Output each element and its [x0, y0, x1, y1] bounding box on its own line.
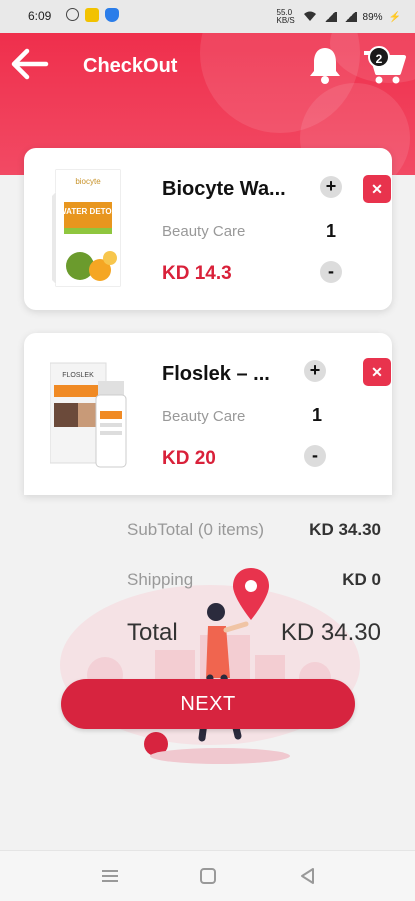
- product-category: Beauty Care: [162, 223, 246, 240]
- home-square-icon: [200, 868, 216, 884]
- notifications-button[interactable]: [306, 45, 344, 85]
- close-icon: ✕: [371, 364, 383, 380]
- product-image: FLOSLEK: [49, 351, 132, 475]
- cart-item-card: FLOSLEK Floslek – ... Beauty Care KD 20 …: [24, 333, 392, 495]
- back-nav-button[interactable]: [296, 865, 320, 887]
- delivery-illustration: [60, 560, 360, 770]
- cart-count-badge: 2: [368, 46, 390, 68]
- decrease-quantity-button[interactable]: -: [320, 261, 342, 283]
- arrow-left-icon: [11, 48, 49, 80]
- whatsapp-icon: [66, 8, 79, 21]
- menu-icon: [102, 870, 118, 882]
- total-row: Total KD 34.30: [127, 619, 381, 647]
- shipping-label: Shipping: [127, 570, 194, 589]
- total-value: KD 34.30: [280, 619, 381, 646]
- increase-quantity-button[interactable]: +: [304, 360, 326, 382]
- back-button[interactable]: [10, 47, 50, 81]
- recent-apps-button[interactable]: [98, 865, 122, 887]
- status-right: 55.0 KB/S 89% ⚡: [277, 9, 401, 25]
- shipping-value: KD 0: [342, 570, 381, 589]
- cart-item-card: biocyte WATER DETOX Biocyte Wa... Beauty…: [24, 148, 392, 310]
- product-brand: biocyte: [75, 177, 101, 186]
- signal-icon-2: [342, 12, 357, 22]
- remove-item-button[interactable]: ✕: [363, 358, 391, 386]
- battery-level: 89%: [362, 11, 383, 23]
- network-speed: 55.0 KB/S: [276, 8, 295, 25]
- app-icon: [85, 8, 99, 22]
- shield-icon: [105, 8, 119, 22]
- subtotal-label: SubTotal (0 items): [127, 520, 264, 539]
- plus-icon: +: [325, 176, 337, 196]
- back-triangle-icon: [301, 868, 314, 884]
- subtotal-value: KD 34.30: [309, 520, 381, 539]
- increase-quantity-button[interactable]: +: [320, 176, 342, 198]
- product-name: Floslek – ...: [162, 363, 270, 385]
- status-time: 6:09: [28, 9, 52, 23]
- system-nav-bar: [0, 850, 415, 901]
- quantity-value: 1: [311, 405, 322, 425]
- total-label: Total: [127, 619, 178, 646]
- product-price: KD 14.3: [162, 263, 232, 284]
- decrease-quantity-button[interactable]: -: [304, 445, 326, 467]
- bell-icon: [310, 48, 340, 84]
- quantity-value: 1: [325, 221, 336, 241]
- product-category: Beauty Care: [162, 408, 246, 425]
- notification-icons: [66, 8, 119, 22]
- product-image: biocyte WATER DETOX: [50, 166, 132, 290]
- home-button[interactable]: [196, 865, 220, 887]
- remove-item-button[interactable]: ✕: [363, 175, 391, 203]
- product-price: KD 20: [162, 448, 216, 469]
- shipping-row: Shipping KD 0: [127, 570, 381, 590]
- charging-icon: ⚡: [388, 11, 401, 23]
- close-icon: ✕: [371, 181, 383, 197]
- page-title: CheckOut: [83, 55, 178, 77]
- product-name: Biocyte Wa...: [162, 178, 286, 200]
- product-brand: FLOSLEK: [62, 372, 94, 379]
- status-bar: 6:09 55.0 KB/S 89% ⚡: [0, 0, 415, 33]
- minus-icon: -: [328, 261, 334, 281]
- product-label: WATER DETOX: [59, 207, 118, 216]
- next-button[interactable]: NEXT: [61, 679, 355, 729]
- minus-icon: -: [312, 445, 318, 465]
- wifi-icon: [303, 10, 317, 25]
- subtotal-row: SubTotal (0 items) KD 34.30: [127, 520, 381, 540]
- signal-icon-1: [322, 12, 337, 22]
- plus-icon: +: [309, 360, 321, 380]
